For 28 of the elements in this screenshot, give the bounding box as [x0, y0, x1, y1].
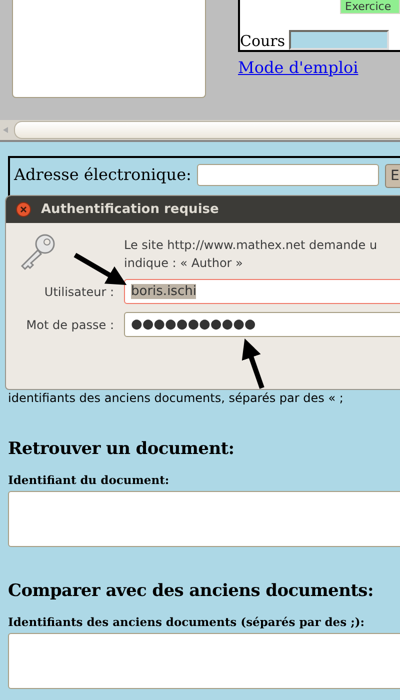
email-label: Adresse électronique: [14, 164, 192, 186]
email-field[interactable] [197, 164, 380, 186]
dialog-title: Authentification requise [41, 202, 219, 217]
course-field[interactable] [289, 30, 390, 50]
section-heading: Retrouver un document: [8, 438, 236, 461]
field-label: Identifiant du document: [8, 473, 170, 487]
field-label: Utilisateur : [43, 284, 114, 298]
input-field[interactable]: ●●●●●●●●●●● [124, 312, 400, 337]
course-label: Cours [240, 32, 286, 50]
annotation-arrow [242, 338, 264, 389]
input-field[interactable]: boris.ischi [124, 279, 400, 304]
text-area[interactable] [12, 0, 206, 98]
scroll-left-icon[interactable] [2, 126, 10, 134]
dialog-message: Le site http://www.mathex.net demande u indique : « Author » [124, 237, 378, 272]
scroll-thumb[interactable] [14, 121, 400, 139]
exercise-button[interactable]: Exercice [340, 0, 400, 14]
help-link[interactable]: Mode d'emploi [238, 58, 400, 77]
hint-text: identifiants des anciens documents, séparés par des « ; [8, 391, 344, 405]
close-icon [20, 206, 27, 213]
field-label: Identifiants des anciens documents (séparés par des ;): [8, 615, 366, 629]
input-field[interactable] [8, 491, 400, 547]
input-field[interactable] [8, 633, 400, 689]
submit-button[interactable]: E [385, 164, 400, 188]
field-label: Mot de passe : [25, 318, 114, 332]
section-heading: Comparer avec des anciens documents: [8, 580, 374, 603]
annotation-arrow [74, 252, 127, 286]
close-button[interactable] [16, 202, 31, 217]
horizontal-scrollbar[interactable] [0, 120, 400, 142]
